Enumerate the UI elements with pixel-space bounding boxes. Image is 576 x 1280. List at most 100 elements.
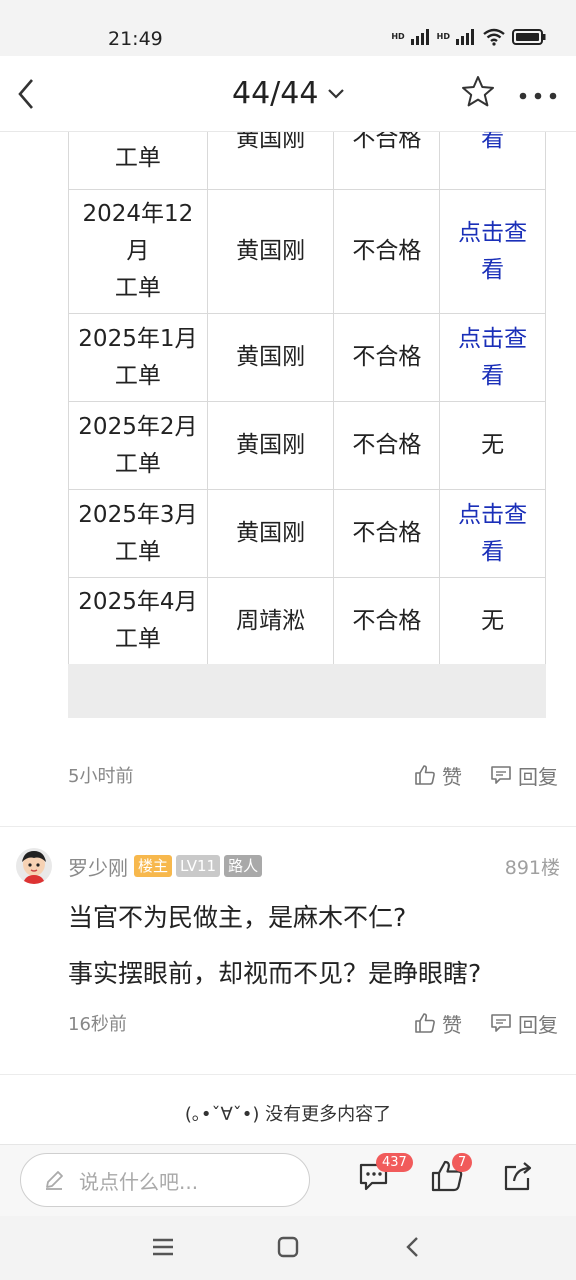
view-link[interactable]: 点击查看 [458, 326, 527, 389]
page-indicator-text: 44/44 [232, 76, 319, 111]
battery-icon [512, 29, 546, 45]
table-row: 2025年4月 工单 周靖淞 不合格 无 [68, 577, 546, 665]
table-footer-area [68, 664, 546, 718]
table-cell-person: 黄国刚 [206, 401, 335, 490]
table-cell-detail[interactable]: 看 [439, 132, 546, 190]
comment-text-line-2: 事实摆眼前，却视而不见？是睁眼瞎? [68, 959, 482, 988]
avatar-image [16, 848, 52, 884]
comment-header: 罗少刚 楼主 LV11 路人 891楼 [16, 846, 560, 886]
thumbs-up-icon [415, 1013, 435, 1033]
comment-actions: 赞 回复 [414, 1009, 558, 1038]
divider [0, 1074, 576, 1075]
table-cell-person: 黄国刚 [206, 313, 335, 402]
table-cell-detail[interactable]: 点击查看 [439, 489, 546, 578]
comment-reply-button[interactable]: 回复 [490, 1009, 558, 1038]
table-cell-month: 2025年3月 工单 [68, 489, 208, 578]
reply-label: 回复 [518, 764, 558, 789]
table-cell-person: 黄国刚 [206, 132, 335, 190]
comment-author[interactable]: 罗少刚 [68, 852, 128, 881]
comment-icon [491, 1014, 511, 1032]
table-cell-month: 2025年2月 工单 [68, 401, 208, 490]
like-label: 赞 [442, 1012, 462, 1037]
wifi-icon [483, 28, 505, 46]
table-cell-person: 黄国刚 [206, 489, 335, 578]
table-cell-result: 不合格 [333, 577, 441, 665]
signal-bars-icon-2 [456, 29, 474, 45]
post-like-button[interactable]: 赞 [414, 761, 462, 790]
like-count-badge: 7 [452, 1153, 473, 1172]
post-time: 5小时前 [68, 766, 134, 787]
like-button[interactable]: 7 [430, 1153, 473, 1197]
table-cell-month: 2024年12 月工单 [68, 189, 208, 314]
favorite-button[interactable] [460, 74, 496, 114]
input-placeholder: 说点什么吧... [79, 1169, 199, 1194]
home-button[interactable] [275, 1234, 301, 1264]
home-square-icon [277, 1236, 299, 1258]
table-row: 月工单 黄国刚 不合格 看 [68, 132, 546, 190]
status-bar: 21:49 HD HD [0, 0, 576, 56]
table-cell-result: 不合格 [333, 489, 441, 578]
post-meta-row: 5小时前 赞 回复 [68, 760, 558, 790]
system-nav-bar [0, 1216, 576, 1280]
bottom-action-bar: 说点什么吧... 437 7 [0, 1144, 576, 1216]
table-row: 2025年1月 工单 黄国刚 不合格 点击查看 [68, 313, 546, 402]
divider [0, 826, 576, 827]
chevron-left-icon [18, 79, 33, 109]
no-more-content-text: (｡•ˇ∀ˇ•) 没有更多内容了 [184, 1104, 392, 1125]
top-nav-header: 44/44 [0, 56, 576, 132]
table-cell-month: 2025年4月 工单 [68, 577, 208, 665]
page-selector[interactable]: 44/44 [232, 76, 346, 111]
table-cell-person: 黄国刚 [206, 189, 335, 314]
comment-like-button[interactable]: 赞 [414, 1009, 462, 1038]
more-button[interactable] [518, 86, 558, 105]
share-button[interactable] [502, 1159, 536, 1197]
view-link[interactable]: 看 [481, 132, 504, 152]
user-tag-badge: 路人 [224, 855, 263, 877]
menu-lines-icon [153, 1238, 173, 1256]
signal-icon-2: HD [436, 32, 450, 41]
table-cell-detail[interactable]: 点击查看 [439, 313, 546, 402]
comment-icon [491, 766, 511, 784]
table-cell-month: 月工单 [68, 132, 208, 190]
comment-count-badge: 437 [376, 1153, 413, 1172]
like-label: 赞 [442, 764, 462, 789]
star-icon [462, 76, 494, 107]
system-back-button[interactable] [400, 1234, 426, 1264]
table-cell-detail: 无 [439, 577, 546, 665]
view-link[interactable]: 点击查看 [458, 220, 527, 283]
thumbs-up-icon [415, 765, 435, 785]
table-cell-detail[interactable]: 点击查看 [439, 189, 546, 314]
view-link[interactable]: 点击查看 [458, 502, 527, 565]
avatar[interactable] [16, 848, 52, 884]
comment-input[interactable]: 说点什么吧... [20, 1153, 310, 1207]
table-cell-detail: 无 [439, 401, 546, 490]
work-order-table: 月工单 黄国刚 不合格 看 2024年12月工单 黄国刚 不合格 点击查看 20… [68, 132, 546, 665]
post-reply-button[interactable]: 回复 [490, 761, 558, 790]
more-dots-icon [519, 92, 557, 100]
chevron-left-icon [406, 1237, 418, 1257]
reply-label: 回复 [518, 1012, 558, 1037]
pencil-icon [46, 1171, 63, 1190]
table-row: 2025年3月 工单 黄国刚 不合格 点击查看 [68, 489, 546, 578]
comment-meta-row: 16秒前 赞 回复 [68, 1008, 558, 1038]
post-actions: 赞 回复 [414, 761, 558, 790]
post-content: 月工单 黄国刚 不合格 看 2024年12月工单 黄国刚 不合格 点击查看 20… [0, 132, 576, 1144]
table-cell-result: 不合格 [333, 313, 441, 402]
share-icon [504, 1162, 532, 1191]
comment-text-line-1: 当官不为民做主，是麻木不仁? [68, 903, 407, 932]
back-button[interactable] [12, 74, 48, 114]
table-cell-result: 不合格 [333, 132, 441, 190]
signal-bars-icon [410, 29, 429, 45]
owner-badge: 楼主 [134, 855, 173, 877]
chevron-down-icon [328, 88, 345, 99]
signal-icon-1: HD [391, 32, 405, 41]
floor-number: 891楼 [504, 856, 560, 879]
comment-time: 16秒前 [68, 1014, 127, 1035]
status-time: 21:49 [108, 28, 163, 50]
recent-apps-button[interactable] [150, 1234, 176, 1264]
level-badge: LV11 [176, 855, 221, 877]
table-cell-month: 2025年1月 工单 [68, 313, 208, 402]
comments-button[interactable]: 437 [358, 1153, 413, 1197]
table-row: 2024年12 月工单 黄国刚 不合格 点击查看 [68, 189, 546, 314]
table-cell-person: 周靖淞 [206, 577, 335, 665]
